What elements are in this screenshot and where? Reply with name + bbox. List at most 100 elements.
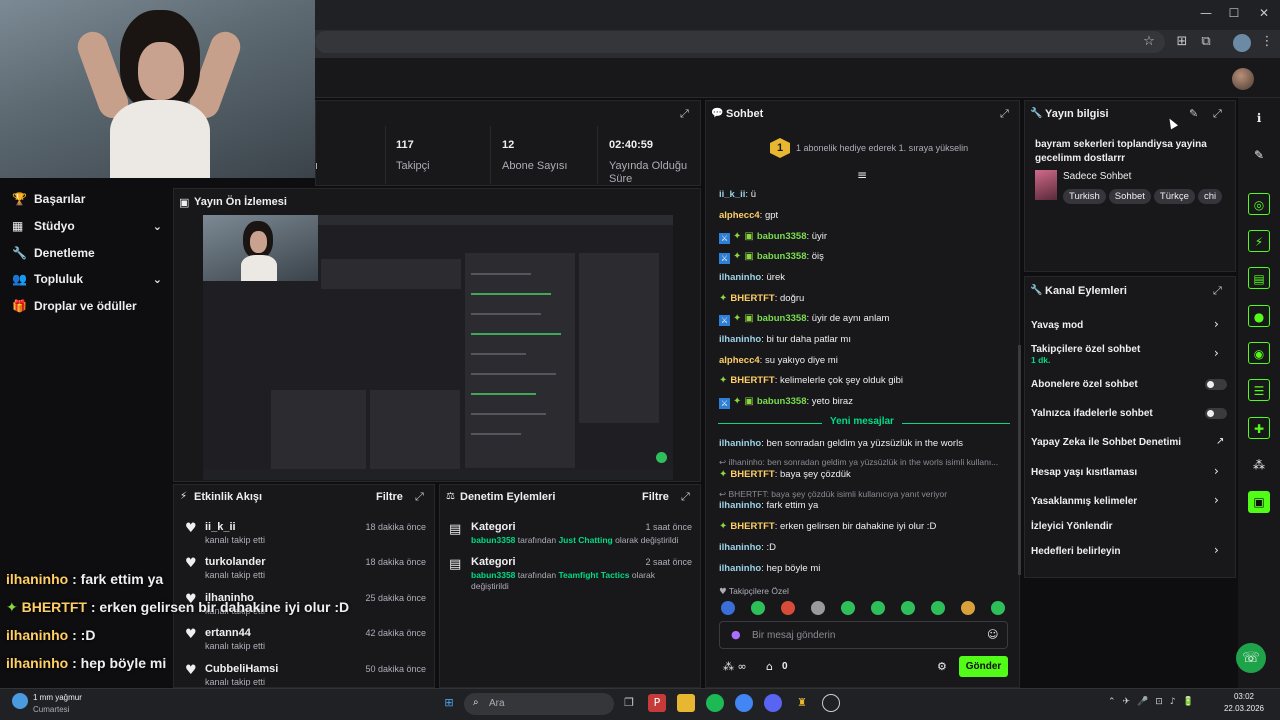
- chat-message: ⚔ ✦ ▣ babun3358: öiş: [719, 251, 824, 264]
- action-goals[interactable]: Hedefleri belirleyin: [1031, 546, 1231, 557]
- emote[interactable]: [811, 601, 825, 615]
- tag[interactable]: Sohbet: [1108, 189, 1151, 204]
- stream-preview[interactable]: [203, 215, 673, 480]
- moderation-filter-button[interactable]: Filtre: [642, 491, 669, 503]
- avatar[interactable]: [1232, 68, 1254, 90]
- spotify-icon[interactable]: [706, 694, 724, 712]
- nav-studio[interactable]: ▦ Stüdyo ⌄: [12, 213, 162, 239]
- chat-bubble-icon[interactable]: ●: [1248, 305, 1270, 327]
- category-name[interactable]: Sadece Sohbet: [1063, 171, 1131, 182]
- profile-icon[interactable]: [1233, 34, 1251, 52]
- weather-temp[interactable]: 1 mm yağmur: [33, 693, 82, 702]
- emote[interactable]: [781, 601, 795, 615]
- feed-user[interactable]: CubbeliHamsi: [205, 663, 278, 675]
- feed-user[interactable]: ertann44: [205, 627, 251, 639]
- clock-time[interactable]: 03:02: [1216, 692, 1272, 701]
- chat-settings-icon[interactable]: ⚙: [937, 660, 947, 673]
- points-icon[interactable]: ⁂ ∞: [723, 660, 747, 673]
- emote[interactable]: [961, 601, 975, 615]
- expand-icon[interactable]: ⤢: [680, 107, 689, 121]
- nav-community[interactable]: 👥 Topluluk ⌄: [12, 266, 162, 292]
- wrench-icon[interactable]: ✚: [1248, 417, 1270, 439]
- nav-drops[interactable]: 🎁 Droplar ve ödüller: [12, 293, 162, 319]
- support-fab[interactable]: ☏: [1236, 643, 1266, 673]
- minimize-button[interactable]: —: [1196, 6, 1216, 22]
- bolt-icon[interactable]: ⚡: [1248, 230, 1270, 252]
- address-bar[interactable]: [315, 31, 1165, 53]
- close-window-button[interactable]: ✕: [1254, 6, 1274, 22]
- chevron-right-icon[interactable]: ›: [1214, 543, 1219, 557]
- feed-user[interactable]: ii_k_ii: [205, 521, 236, 533]
- emote[interactable]: [901, 601, 915, 615]
- emote[interactable]: [721, 601, 735, 615]
- action-banned-words[interactable]: Yasaklanmış kelimeler: [1031, 496, 1231, 507]
- action-host[interactable]: İzleyici Yönlendir: [1031, 521, 1231, 532]
- bookmark-star-icon[interactable]: ☆: [1140, 34, 1158, 52]
- emote[interactable]: [841, 601, 855, 615]
- chevron-right-icon[interactable]: ›: [1214, 317, 1219, 331]
- obs-icon[interactable]: [822, 694, 840, 712]
- expand-icon[interactable]: ⤢: [1213, 284, 1222, 298]
- discord-icon[interactable]: [764, 694, 782, 712]
- edit-icon[interactable]: ✎: [1189, 107, 1198, 120]
- translate-icon[interactable]: ⊞: [1173, 34, 1191, 52]
- add-widget-icon[interactable]: ▣: [1248, 491, 1270, 513]
- file-explorer-icon[interactable]: [677, 694, 695, 712]
- external-link-icon[interactable]: ↗: [1216, 436, 1224, 447]
- subscribers-only-toggle[interactable]: [1205, 379, 1227, 390]
- chevron-right-icon[interactable]: ›: [1214, 464, 1219, 478]
- gift-icon[interactable]: ⌂: [766, 660, 773, 673]
- clock-date[interactable]: 22.03.2026: [1216, 704, 1272, 713]
- emote[interactable]: [931, 601, 945, 615]
- emote[interactable]: [871, 601, 885, 615]
- search-placeholder[interactable]: Ara: [489, 698, 505, 709]
- broadcast-icon[interactable]: ◉: [1248, 342, 1270, 364]
- app-p-icon[interactable]: P: [648, 694, 666, 712]
- nav-achievements[interactable]: 🏆 Başarılar: [12, 186, 162, 212]
- chat-input-placeholder[interactable]: Bir mesaj gönderin: [752, 630, 835, 641]
- action-slow-mode[interactable]: Yavaş mod: [1031, 320, 1231, 331]
- chevron-right-icon[interactable]: ›: [1214, 493, 1219, 507]
- expand-icon[interactable]: ⤢: [681, 490, 690, 504]
- action-followers-only[interactable]: Takipçilere özel sohbet: [1031, 344, 1231, 355]
- mic-icon[interactable]: ●: [731, 628, 741, 641]
- weather-icon[interactable]: [12, 693, 28, 709]
- users-icon[interactable]: ⁂: [1248, 454, 1270, 476]
- reply-context[interactable]: ↩ BHERTFT: baya şey çözdük isimli kullan…: [719, 489, 1009, 500]
- emoji-icon[interactable]: ☺: [987, 628, 998, 641]
- chrome-icon[interactable]: [735, 694, 753, 712]
- system-tray[interactable]: ⌃✈🎤⊡♪🔋: [1108, 697, 1201, 707]
- edit-icon[interactable]: ✎: [1248, 144, 1270, 166]
- action-ai-moderation[interactable]: Yapay Zeka ile Sohbet Denetimi: [1031, 437, 1231, 448]
- stack-icon[interactable]: ☰: [1248, 379, 1270, 401]
- browser-menu-icon[interactable]: ⋮: [1258, 34, 1276, 52]
- action-account-age[interactable]: Hesap yaşı kısıtlaması: [1031, 467, 1231, 478]
- taskbar-search[interactable]: [464, 693, 614, 715]
- feed-user[interactable]: turkolander: [205, 556, 266, 568]
- task-view-icon[interactable]: ❐: [620, 694, 638, 712]
- emote[interactable]: [751, 601, 765, 615]
- extensions-icon[interactable]: ⧉: [1197, 34, 1215, 52]
- activity-filter-button[interactable]: Filtre: [376, 491, 403, 503]
- windows-start-icon[interactable]: ⊞: [440, 694, 458, 712]
- pinned-toggle-icon[interactable]: ≡: [857, 168, 867, 182]
- app-icon[interactable]: ♜: [793, 694, 811, 712]
- capture-icon[interactable]: ◎: [1248, 193, 1270, 215]
- emotes-only-toggle[interactable]: [1205, 408, 1227, 419]
- maximize-button[interactable]: ☐: [1224, 6, 1244, 22]
- info-icon[interactable]: ℹ: [1248, 107, 1270, 129]
- nav-moderation[interactable]: 🔧 Denetleme: [12, 240, 162, 266]
- clipboard-icon[interactable]: ▤: [1248, 267, 1270, 289]
- chevron-right-icon[interactable]: ›: [1214, 346, 1219, 360]
- expand-icon[interactable]: ⤢: [415, 490, 424, 504]
- expand-icon[interactable]: ⤢: [1213, 107, 1222, 121]
- emote[interactable]: [991, 601, 1005, 615]
- tag[interactable]: Turkish: [1063, 189, 1106, 204]
- expand-icon[interactable]: ⤢: [1000, 107, 1009, 121]
- tag[interactable]: Türkçe: [1153, 189, 1195, 204]
- send-button[interactable]: Gönder: [959, 656, 1008, 677]
- reply-context[interactable]: ↩ ilhaninho: ben sonradan geldim ya yüzs…: [719, 457, 1009, 468]
- tag[interactable]: chi: [1197, 189, 1223, 204]
- gift-promo-text[interactable]: 1 abonelik hediye ederek 1. sıraya yükse…: [796, 143, 968, 153]
- scrollbar[interactable]: [1018, 345, 1021, 575]
